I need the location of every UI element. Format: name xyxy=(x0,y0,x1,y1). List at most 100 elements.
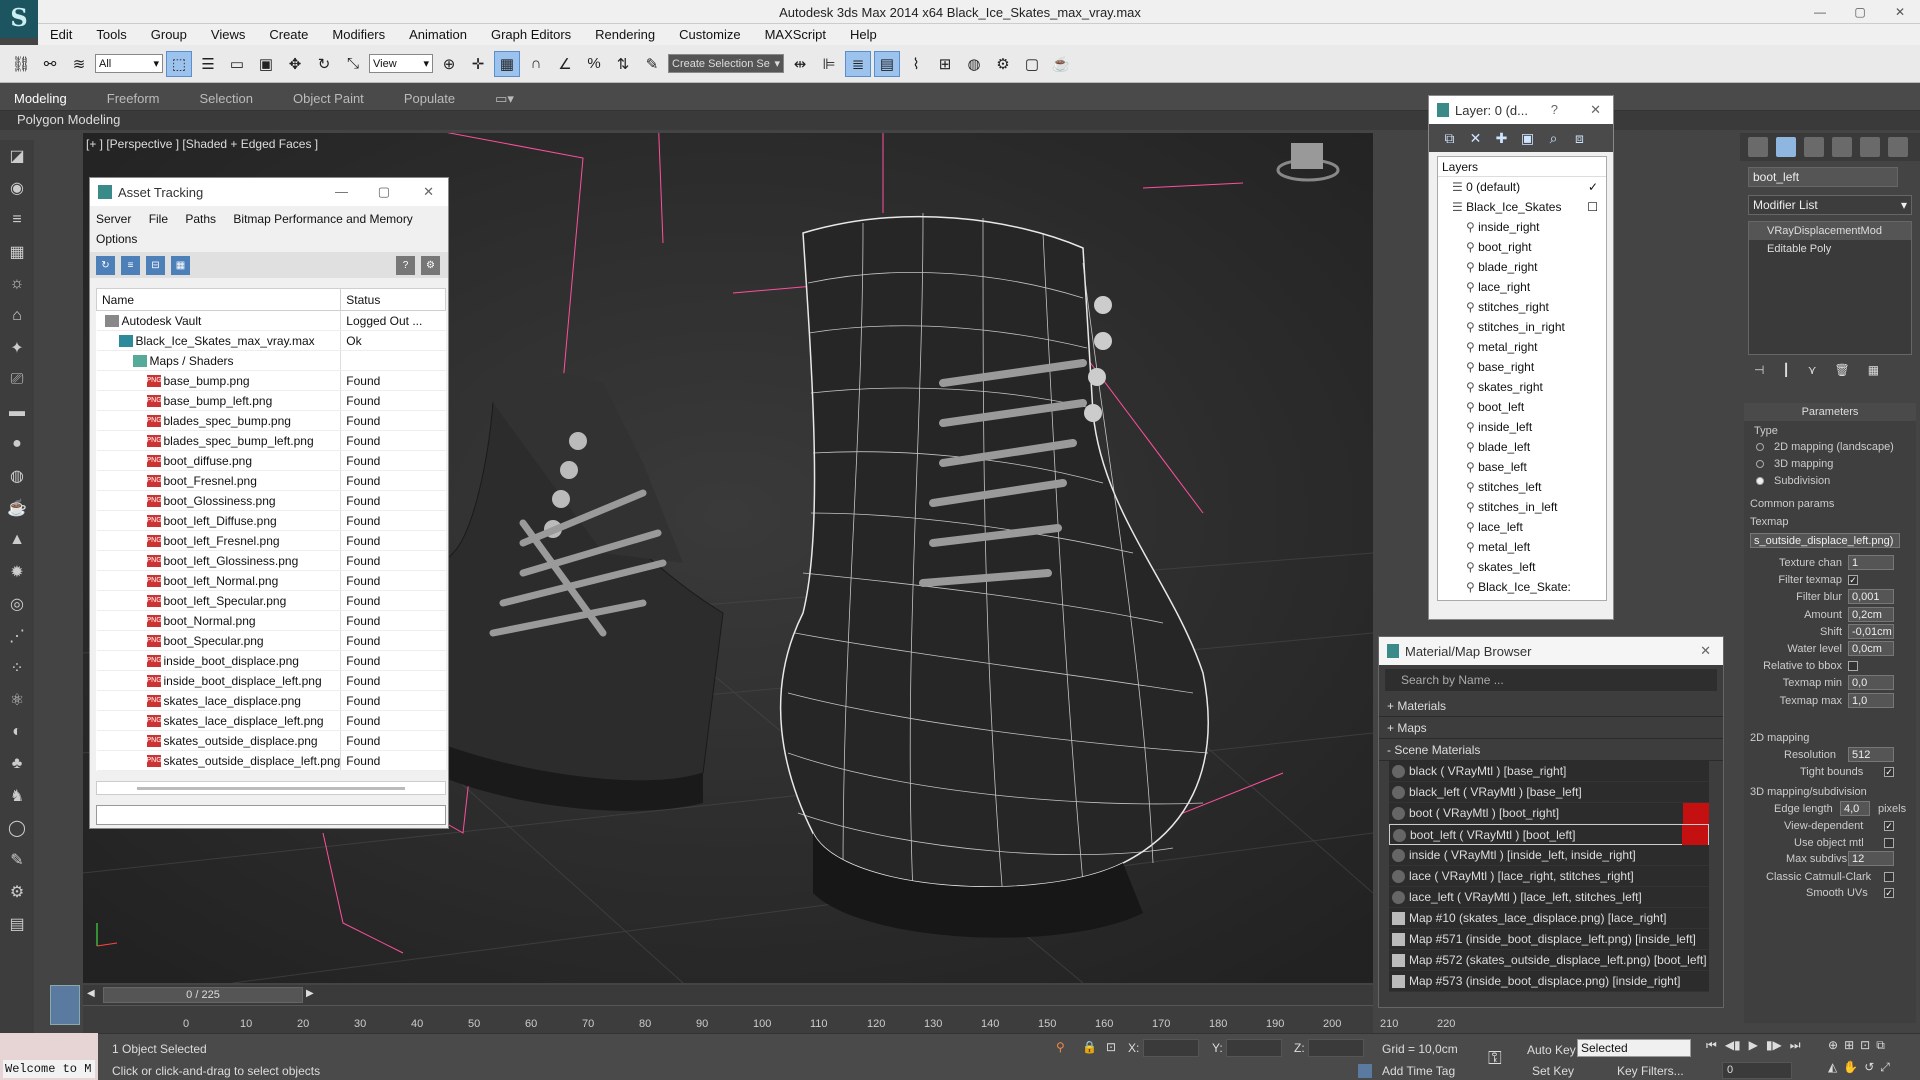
select-by-name-icon[interactable]: ☰ xyxy=(195,51,221,77)
tab-modeling[interactable]: Modeling xyxy=(14,91,67,107)
table-row[interactable]: PNG boot_left_Glossiness.png Found xyxy=(96,550,446,571)
material-editor-icon[interactable]: ◍ xyxy=(961,51,987,77)
atom-icon[interactable]: ⚛ xyxy=(0,684,34,716)
paper-icon[interactable]: ▤ xyxy=(0,908,34,940)
named-selection-set-dropdown[interactable]: Create Selection Se ▾ xyxy=(668,54,784,73)
layer-new-icon[interactable]: ✚ xyxy=(1493,130,1510,147)
material-item[interactable]: black_left ( VRayMtl ) [base_left] xyxy=(1389,782,1709,803)
section-scene-materials[interactable]: - Scene Materials xyxy=(1379,739,1723,761)
sun-icon[interactable]: ✹ xyxy=(0,556,34,588)
layer-item[interactable]: ⚲ stitches_in_left xyxy=(1438,497,1606,517)
table-view-icon[interactable]: ▦ xyxy=(171,255,190,275)
selection-filter-dropdown[interactable]: All ▾ xyxy=(95,54,163,73)
curve-editor-icon[interactable]: ⌇ xyxy=(903,51,929,77)
radio-3d[interactable] xyxy=(1756,460,1764,468)
material-item[interactable]: Map #572 (skates_outside_displace_left.p… xyxy=(1389,950,1709,971)
menu-rendering[interactable]: Rendering xyxy=(583,27,667,42)
material-item[interactable]: boot_left ( VRayMtl ) [boot_left] xyxy=(1389,824,1709,846)
utilities-tab-icon[interactable] xyxy=(1888,137,1908,157)
keyboard-shortcut-icon[interactable]: ▦ xyxy=(494,50,520,77)
resolution-spinner[interactable]: 512 xyxy=(1848,747,1894,762)
param-checkbox[interactable] xyxy=(1848,661,1858,672)
hierarchy-tab-icon[interactable] xyxy=(1804,137,1824,157)
material-search-input[interactable]: Search by Name ... xyxy=(1385,669,1717,691)
maximize-button[interactable]: ▢ xyxy=(1840,0,1880,24)
z-coordinate-field[interactable] xyxy=(1308,1039,1364,1057)
configure-sets-icon[interactable]: ▦ xyxy=(1868,363,1879,381)
layer-item[interactable]: ⚲ blade_right xyxy=(1438,257,1606,277)
section-materials[interactable]: + Materials xyxy=(1379,695,1723,717)
object-name-field[interactable]: boot_left xyxy=(1748,167,1898,187)
asset-hscrollbar[interactable] xyxy=(96,781,446,795)
snap-toggle-icon[interactable]: ∩ xyxy=(523,51,549,77)
menu-views[interactable]: Views xyxy=(199,27,257,42)
table-row[interactable]: PNG base_bump.png Found xyxy=(96,370,446,391)
percent-snap-icon[interactable]: % xyxy=(581,51,607,77)
lock-selection-icon[interactable]: 🔒 xyxy=(1082,1040,1097,1054)
help-icon[interactable]: ? xyxy=(396,255,415,275)
add-time-tag-button[interactable]: Add Time Tag xyxy=(1382,1064,1455,1078)
orbit-icon[interactable]: ↺ xyxy=(1864,1060,1874,1075)
remove-modifier-icon[interactable]: 🗑 xyxy=(1834,363,1849,381)
align-icon[interactable]: ⊫ xyxy=(816,51,842,77)
list-icon[interactable]: ≡ xyxy=(0,204,34,236)
key-mode-dropdown[interactable]: Selected xyxy=(1577,1039,1691,1057)
table-row[interactable]: PNG skates_outside_displace_left.png Found xyxy=(96,750,446,771)
material-item[interactable]: Map #571 (inside_boot_displace_left.png)… xyxy=(1389,929,1709,950)
reference-coord-dropdown[interactable]: View ▾ xyxy=(369,54,433,73)
asset-tracking-titlebar[interactable]: Asset Tracking — ▢ ✕ xyxy=(90,178,448,206)
param-spinner[interactable]: -0,01cm xyxy=(1848,623,1894,639)
help-button[interactable]: ? xyxy=(1551,102,1558,117)
layer-item[interactable]: ⚲ base_left xyxy=(1438,457,1606,477)
menu-tools[interactable]: Tools xyxy=(84,27,138,42)
viewport-layout-icon[interactable]: ◪ xyxy=(0,140,34,172)
biped-icon[interactable]: ♞ xyxy=(0,780,34,812)
param-spinner[interactable]: 1,0 xyxy=(1848,692,1894,708)
active-layer-toggle[interactable]: ✓ xyxy=(1588,177,1598,197)
zoom-all-icon[interactable]: ⊞ xyxy=(1844,1038,1854,1053)
stack-item-editable-poly[interactable]: Editable Poly xyxy=(1749,240,1911,258)
layer-item[interactable]: ⚲ stitches_right xyxy=(1438,297,1606,317)
menu-modifiers[interactable]: Modifiers xyxy=(320,27,397,42)
key-filters-button[interactable]: Key Filters... xyxy=(1617,1064,1684,1078)
layer-item[interactable]: ⚲ stitches_left xyxy=(1438,477,1606,497)
table-row[interactable]: Black_Ice_Skates_max_vray.max Ok xyxy=(96,330,446,351)
view-dependent-checkbox[interactable]: ✓ xyxy=(1884,821,1894,831)
use-object-mtl-checkbox[interactable] xyxy=(1884,838,1894,848)
menu-edit[interactable]: Edit xyxy=(38,27,84,42)
particles-icon[interactable]: ⁘ xyxy=(0,652,34,684)
box-icon[interactable]: ▬ xyxy=(0,396,34,428)
layer-item[interactable]: ⚲ boot_right xyxy=(1438,237,1606,257)
display-tab-icon[interactable] xyxy=(1860,137,1880,157)
close-button[interactable]: ✕ xyxy=(1880,0,1920,24)
minimize-button[interactable]: — xyxy=(1800,0,1840,24)
param-checkbox[interactable]: ✓ xyxy=(1848,575,1858,586)
material-browser-titlebar[interactable]: Material/Map Browser ✕ xyxy=(1379,637,1723,665)
torus-icon[interactable]: ◎ xyxy=(0,588,34,620)
parameters-rollout-title[interactable]: Parameters xyxy=(1744,403,1916,421)
layer-highlight-icon[interactable]: ⌕ xyxy=(1545,130,1562,147)
radio-2d[interactable] xyxy=(1756,443,1764,451)
table-row[interactable]: PNG boot_left_Fresnel.png Found xyxy=(96,530,446,551)
x-coordinate-field[interactable] xyxy=(1143,1039,1199,1057)
table-row[interactable]: PNG boot_left_Specular.png Found xyxy=(96,590,446,611)
maxscript-listener-text[interactable]: Welcome to M xyxy=(3,1060,95,1078)
maximize-icon[interactable]: ▢ xyxy=(378,184,390,200)
param-spinner[interactable]: 0,0 xyxy=(1848,675,1894,691)
create-tab-icon[interactable] xyxy=(1748,137,1768,157)
layer-item[interactable]: ⚲ lace_left xyxy=(1438,517,1606,537)
maximize-viewport-icon[interactable]: ⧉ xyxy=(1876,1038,1885,1053)
material-item[interactable]: lace ( VRayMtl ) [lace_right, stitches_r… xyxy=(1389,866,1709,887)
material-item[interactable]: lace_left ( VRayMtl ) [lace_left, stitch… xyxy=(1389,887,1709,908)
tab-object-paint[interactable]: Object Paint xyxy=(293,91,364,107)
maximize-toggle-icon[interactable]: ⤢ xyxy=(1880,1060,1890,1075)
settings-icon[interactable]: ⚙ xyxy=(421,255,440,275)
sphere-icon[interactable]: ● xyxy=(0,428,34,460)
menu-paths[interactable]: Paths xyxy=(185,212,216,226)
rotate-icon[interactable]: ↻ xyxy=(311,51,337,77)
menu-file[interactable]: File xyxy=(149,212,168,226)
param-spinner[interactable]: 0,0cm xyxy=(1848,641,1894,656)
layer-item[interactable]: ⚲ blade_left xyxy=(1438,437,1606,457)
cone-icon[interactable]: ▲ xyxy=(0,524,34,556)
material-item[interactable]: boot ( VRayMtl ) [boot_right] xyxy=(1389,803,1709,824)
